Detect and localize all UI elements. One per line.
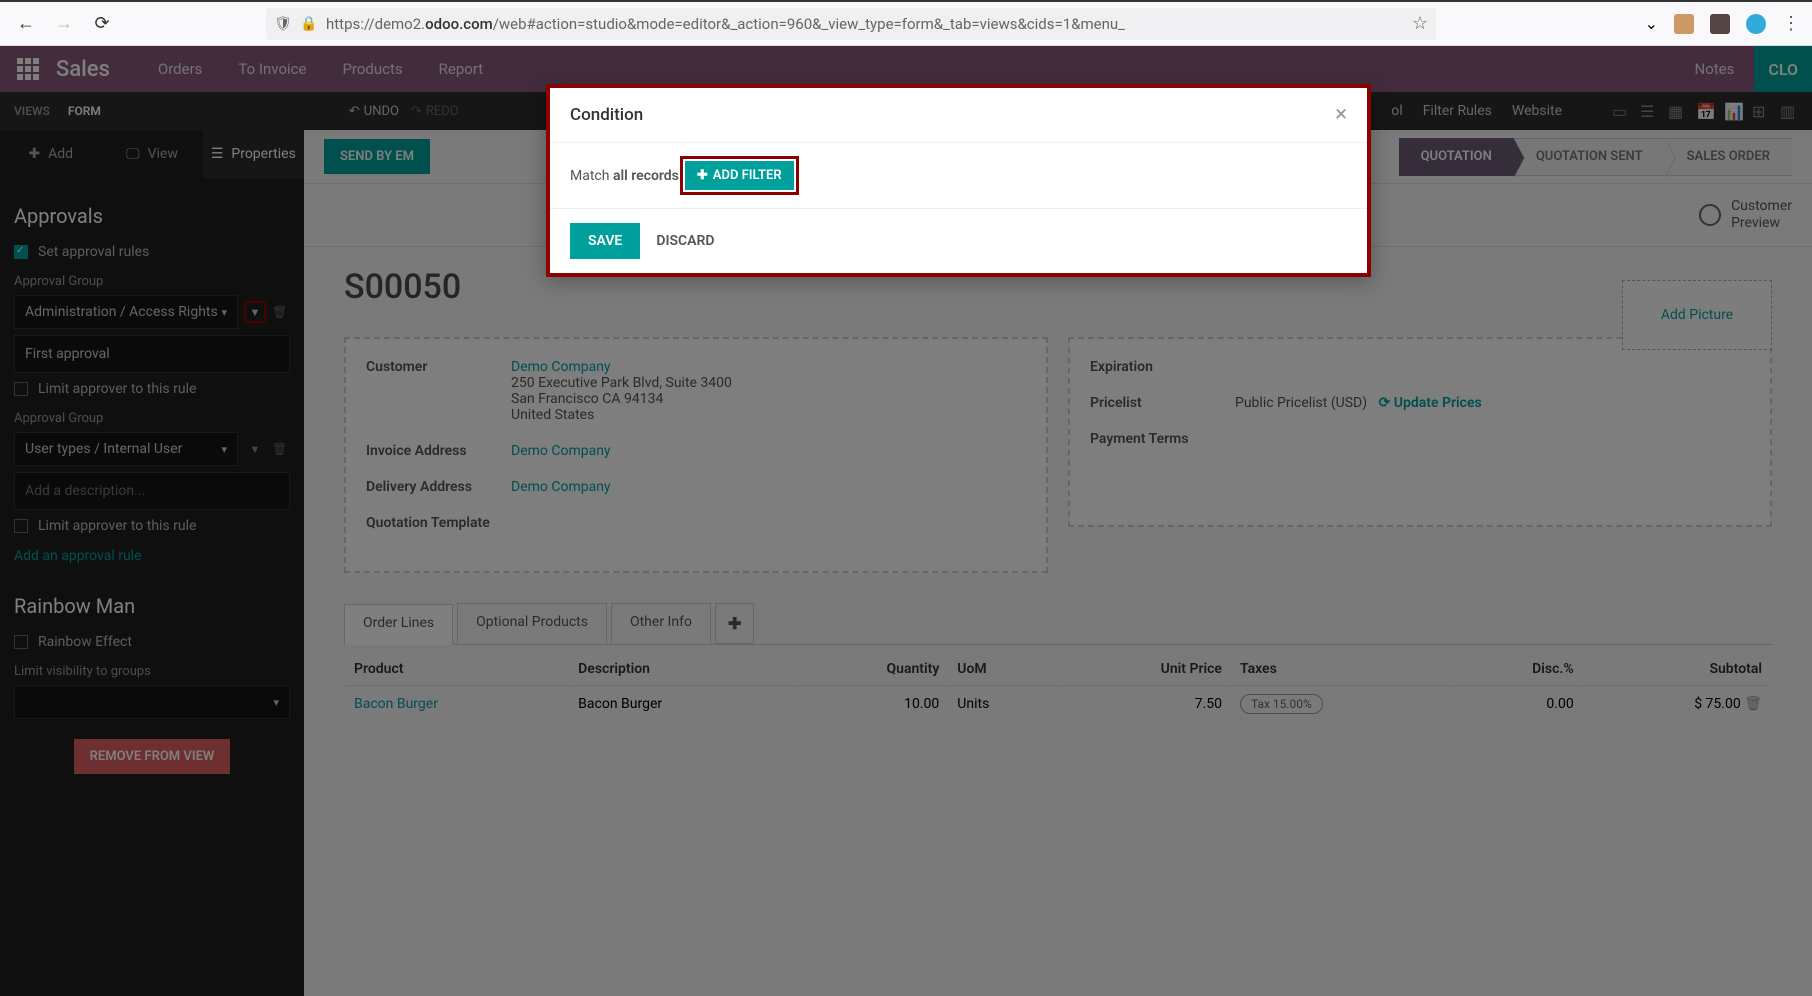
bookmark-icon[interactable]: ☆: [1412, 13, 1428, 34]
browser-extensions: ⌄ ⋮: [1645, 13, 1800, 34]
discard-button[interactable]: DISCARD: [656, 233, 714, 249]
url-text: https://demo2.odoo.com/web#action=studio…: [326, 15, 1404, 33]
condition-modal: Condition × Match all records ✚ ADD FILT…: [546, 84, 1371, 277]
modal-title: Condition: [570, 105, 643, 125]
kebab-icon[interactable]: ⋮: [1782, 13, 1800, 34]
modal-body: Match all records ✚ ADD FILTER: [550, 143, 1367, 208]
forward-button[interactable]: →: [50, 10, 78, 38]
back-button[interactable]: ←: [12, 10, 40, 38]
lock-icon: 🔒: [300, 16, 318, 32]
shield-icon: 🛡: [274, 16, 292, 32]
modal-close-button[interactable]: ×: [1335, 104, 1347, 126]
pocket-icon[interactable]: ⌄: [1645, 14, 1658, 33]
reload-button[interactable]: ⟳: [88, 10, 116, 38]
browser-chrome: ← → ⟳ 🛡 🔒 https://demo2.odoo.com/web#act…: [0, 0, 1812, 46]
modal-footer: SAVE DISCARD: [550, 208, 1367, 273]
ext-icon-3[interactable]: [1746, 14, 1766, 34]
ext-icon-1[interactable]: [1674, 14, 1694, 34]
modal-header: Condition ×: [550, 88, 1367, 143]
match-text: Match all records: [570, 168, 679, 184]
add-filter-button[interactable]: ✚ ADD FILTER: [685, 161, 794, 190]
save-button[interactable]: SAVE: [570, 223, 640, 259]
url-bar[interactable]: 🛡 🔒 https://demo2.odoo.com/web#action=st…: [266, 8, 1436, 40]
ext-icon-2[interactable]: [1710, 14, 1730, 34]
